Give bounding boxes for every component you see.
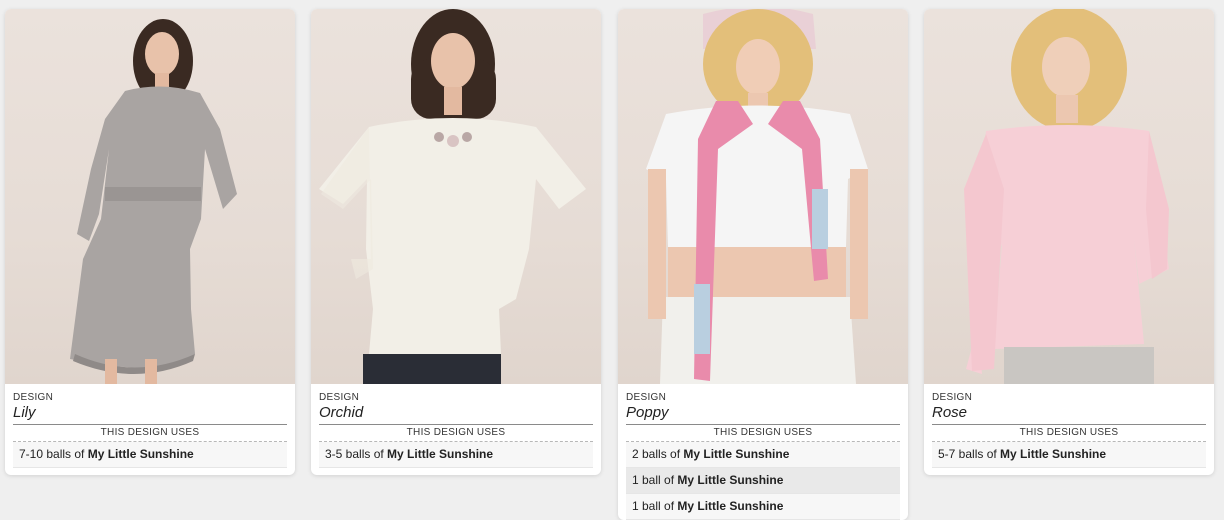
yarn-row[interactable]: 2 balls of My Little Sunshine xyxy=(626,442,900,468)
design-uses-header: THIS DESIGN USES xyxy=(626,424,900,442)
design-grid: DESIGN Lily THIS DESIGN USES 7-10 balls … xyxy=(0,0,1224,520)
yarn-link[interactable]: My Little Sunshine xyxy=(683,447,789,461)
design-uses-header: THIS DESIGN USES xyxy=(932,424,1206,442)
model-figure xyxy=(319,9,586,384)
design-label: DESIGN xyxy=(13,392,54,403)
design-card-rose[interactable]: DESIGN Rose THIS DESIGN USES 5-7 balls o… xyxy=(924,9,1214,475)
yarn-quantity: 1 ball of xyxy=(632,499,675,513)
design-photo[interactable] xyxy=(5,9,295,384)
design-label: DESIGN xyxy=(932,392,973,403)
yarn-quantity: 1 ball of xyxy=(632,473,675,487)
design-photo[interactable] xyxy=(618,9,908,384)
model-figure xyxy=(646,9,868,384)
yarn-row[interactable]: 5-7 balls of My Little Sunshine xyxy=(932,442,1206,468)
yarn-row[interactable]: 7-10 balls of My Little Sunshine xyxy=(13,442,287,468)
yarn-quantity: 7-10 balls of xyxy=(19,447,85,461)
design-name[interactable]: Rose xyxy=(932,403,1206,422)
design-name[interactable]: Orchid xyxy=(319,403,593,422)
yarn-link[interactable]: My Little Sunshine xyxy=(677,499,783,513)
yarn-quantity: 5-7 balls of xyxy=(938,447,997,461)
yarn-link[interactable]: My Little Sunshine xyxy=(387,447,493,461)
yarn-row[interactable]: 3-5 balls of My Little Sunshine xyxy=(319,442,593,468)
design-photo[interactable] xyxy=(924,9,1214,384)
design-card-orchid[interactable]: DESIGN Orchid THIS DESIGN USES 3-5 balls… xyxy=(311,9,601,475)
design-uses-header: THIS DESIGN USES xyxy=(13,424,287,442)
yarn-row[interactable]: 1 ball of My Little Sunshine xyxy=(626,494,900,520)
yarn-link[interactable]: My Little Sunshine xyxy=(88,447,194,461)
design-name[interactable]: Lily xyxy=(13,403,287,422)
model-figure xyxy=(70,19,237,384)
yarn-row[interactable]: 1 ball of My Little Sunshine xyxy=(626,468,900,494)
design-name[interactable]: Poppy xyxy=(626,403,900,422)
design-label: DESIGN xyxy=(319,392,360,403)
design-card-lily[interactable]: DESIGN Lily THIS DESIGN USES 7-10 balls … xyxy=(5,9,295,475)
yarn-quantity: 3-5 balls of xyxy=(325,447,384,461)
yarn-link[interactable]: My Little Sunshine xyxy=(1000,447,1106,461)
design-label: DESIGN xyxy=(626,392,667,403)
design-photo[interactable] xyxy=(311,9,601,384)
yarn-quantity: 2 balls of xyxy=(632,447,681,461)
design-card-poppy[interactable]: DESIGN Poppy THIS DESIGN USES 2 balls of… xyxy=(618,9,908,520)
yarn-link[interactable]: My Little Sunshine xyxy=(677,473,783,487)
model-figure xyxy=(964,9,1169,384)
design-uses-header: THIS DESIGN USES xyxy=(319,424,593,442)
